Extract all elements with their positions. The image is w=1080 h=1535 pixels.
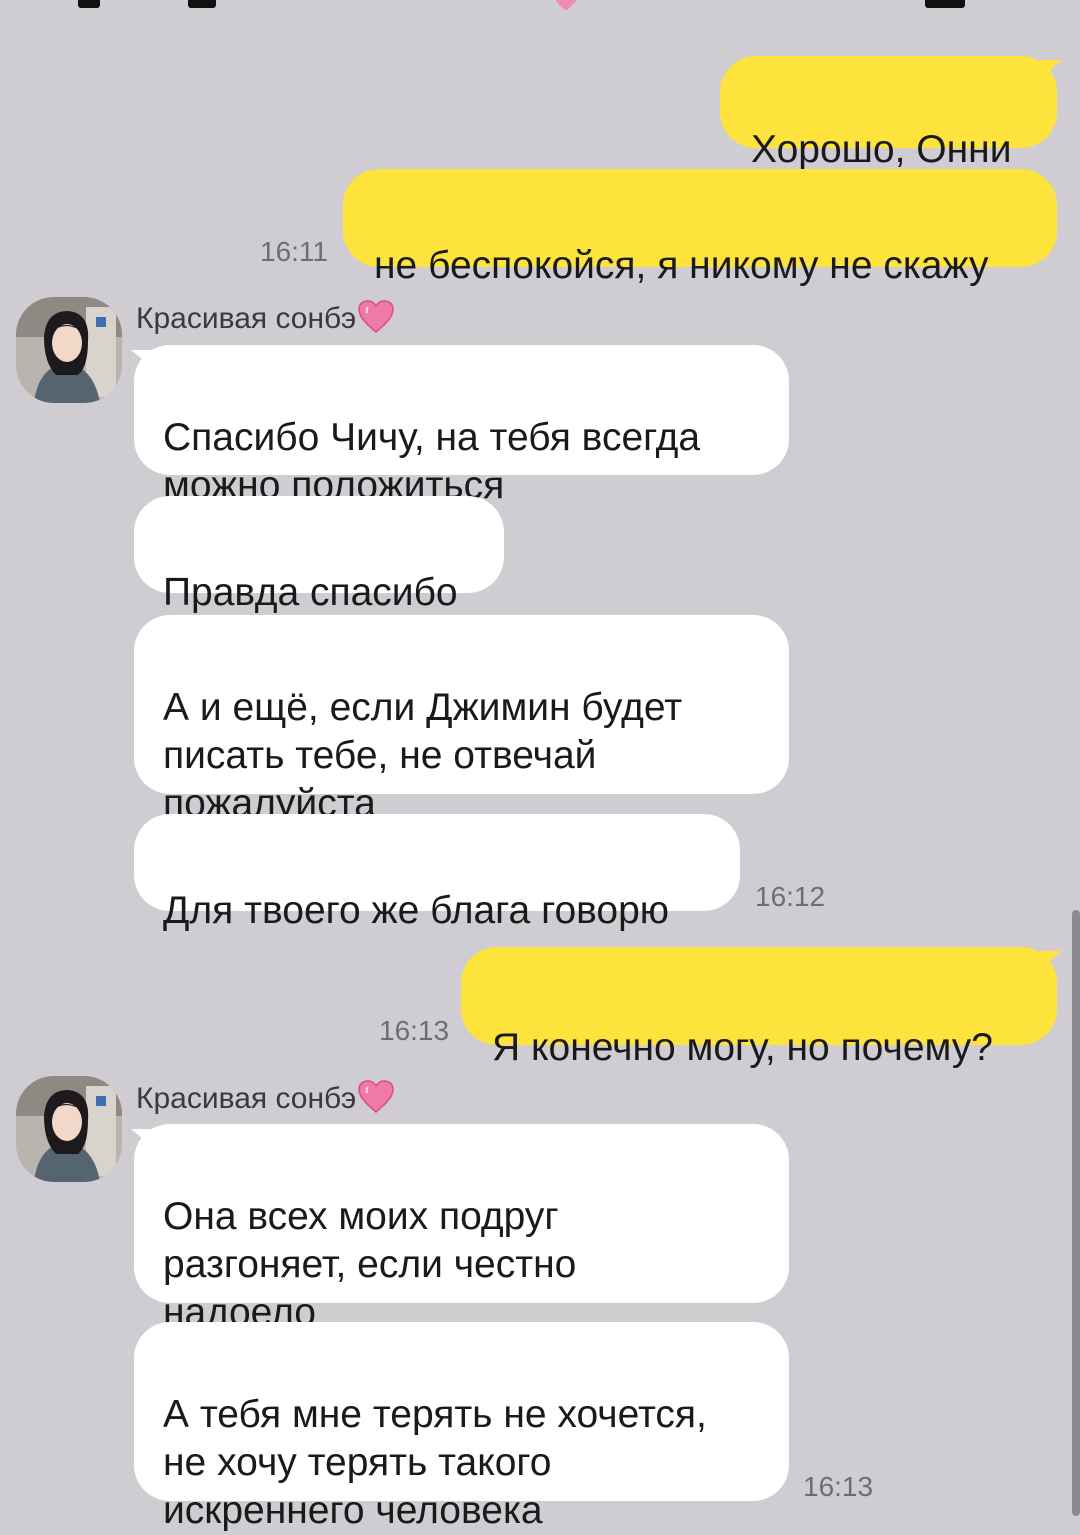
message-bubble-incoming[interactable]: Она всех моих подруг разгоняет, если чес… [134,1124,789,1334]
message-text: А тебя мне терять не хочется, не хочу те… [163,1393,707,1532]
back-arrow-icon[interactable] [78,0,100,8]
bubble-tail [1040,951,1062,969]
pink-heart-icon [358,1080,394,1114]
sender-name-text: Красивая сонбэ [136,302,357,335]
message-bubble-incoming[interactable]: А тебя мне терять не хочется, не хочу те… [134,1322,789,1532]
message-bubble-outgoing[interactable]: Хорошо, Онни [720,56,1057,171]
avatar[interactable] [16,297,122,403]
sender-name: Красивая сонбэ [136,1080,394,1116]
header-action-icon[interactable] [925,0,965,8]
message-timestamp: 16:13 [379,1015,450,1046]
heart-icon [554,0,578,12]
message-timestamp: 16:11 [260,236,328,267]
scrollbar[interactable] [1072,910,1080,1516]
message-timestamp: 16:13 [803,1471,874,1502]
message-timestamp: 16:12 [755,881,826,912]
message-text: Правда спасибо [163,571,458,614]
message-bubble-outgoing[interactable]: не беспокойся, я никому не скажу [343,169,1057,287]
message-text: Хорошо, Онни [751,128,1012,171]
sender-name: Красивая сонбэ [136,300,394,336]
message-text: Спасибо Чичу, на тебя всегда можно полож… [163,416,701,507]
message-bubble-incoming[interactable]: Для твоего же блага говорю [134,814,740,932]
message-bubble-incoming[interactable]: Спасибо Чичу, на тебя всегда можно полож… [134,345,789,507]
pink-heart-icon [358,300,394,334]
sender-name-text: Красивая сонбэ [136,1082,357,1115]
message-text: Я конечно могу, но почему? [492,1026,993,1069]
avatar[interactable] [16,1076,122,1182]
message-bubble-incoming[interactable]: Правда спасибо [134,496,504,614]
message-text: не беспокойся, я никому не скажу [374,244,989,287]
chat-title-fragment [188,0,216,8]
message-text: Она всех моих подруг разгоняет, если чес… [163,1195,577,1334]
message-text: А и ещё, если Джимин будет писать тебе, … [163,686,683,825]
message-bubble-outgoing[interactable]: Я конечно могу, но почему? [461,947,1057,1069]
header-partial [0,0,1080,14]
message-text: Для твоего же блага говорю [163,889,670,932]
bubble-tail [1040,60,1062,78]
message-bubble-incoming[interactable]: А и ещё, если Джимин будет писать тебе, … [134,615,789,825]
